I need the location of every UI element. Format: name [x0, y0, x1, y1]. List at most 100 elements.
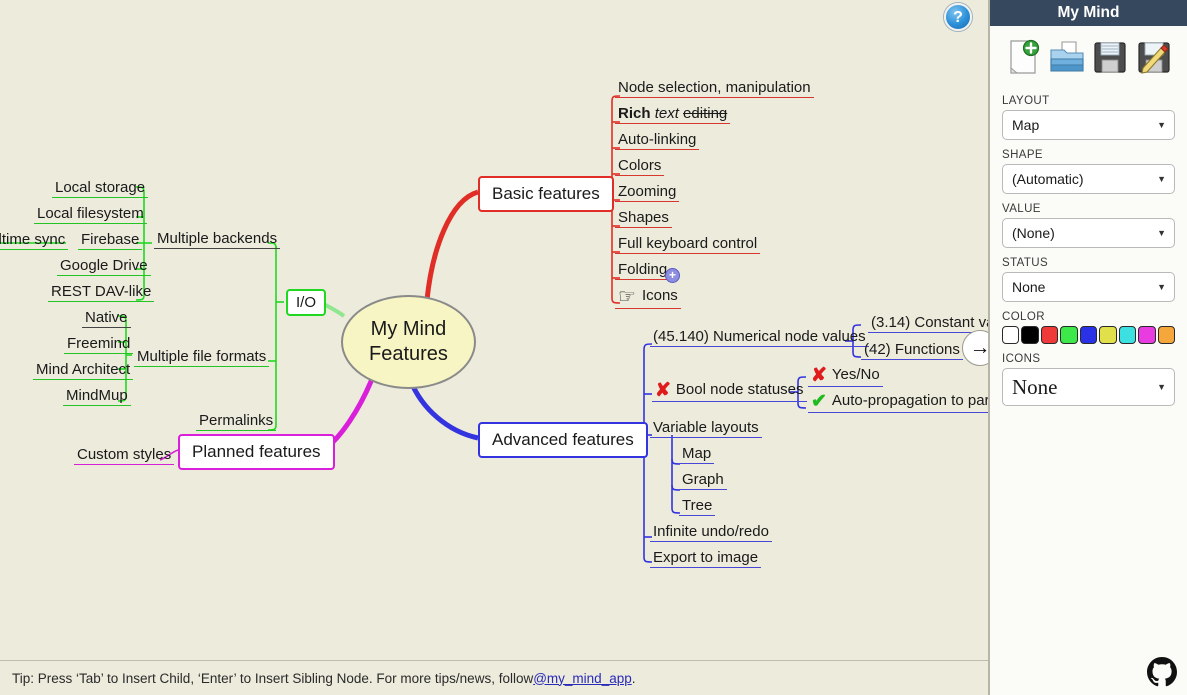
- node-permalinks[interactable]: Permalinks: [196, 411, 277, 432]
- open-folder-icon: [1050, 41, 1084, 72]
- node-custom-styles[interactable]: Custom styles: [74, 445, 175, 466]
- chevron-down-icon: ▼: [1157, 120, 1166, 130]
- node-infinite-undo-redo[interactable]: Infinite undo/redo: [650, 522, 772, 543]
- node-io[interactable]: I/O: [286, 289, 327, 317]
- mindmap-layer: My Mind Features Basic features Advanced…: [0, 0, 988, 660]
- tip-text-after: .: [631, 670, 636, 686]
- node-functions[interactable]: (42) Functions: [861, 340, 963, 361]
- node-advanced-features[interactable]: Advanced features: [478, 422, 648, 458]
- color-swatch-6[interactable]: [1118, 326, 1137, 344]
- node-realtime-sync[interactable]: Realtime sync: [0, 230, 69, 251]
- my-mind-application: My Mind Features Basic features Advanced…: [0, 0, 1187, 695]
- sidebar-title: My Mind: [990, 0, 1187, 26]
- node-planned-features[interactable]: Planned features: [178, 434, 335, 470]
- sidebar-body: LAYOUT Map ▼ SHAPE (Automatic) ▼ VALUE (…: [990, 26, 1187, 406]
- layout-select[interactable]: Map ▼: [1002, 110, 1175, 140]
- node-google-drive[interactable]: Google Drive: [57, 256, 151, 277]
- value-select-value: (None): [1012, 225, 1055, 241]
- root-node-line2: Features: [369, 343, 448, 365]
- node-rest-dav-like[interactable]: REST DAV-like: [48, 282, 155, 303]
- status-label: STATUS: [1002, 257, 1049, 269]
- status-no-icon: ✘: [811, 365, 827, 386]
- node-format-freemind[interactable]: Freemind: [64, 334, 134, 355]
- color-swatch-2[interactable]: [1040, 326, 1059, 344]
- node-format-native[interactable]: Native: [82, 308, 131, 329]
- layout-label: LAYOUT: [1002, 95, 1050, 107]
- chevron-down-icon: ▼: [1157, 382, 1166, 392]
- rich-italic-word: text: [654, 105, 679, 122]
- value-label: VALUE: [1002, 203, 1041, 215]
- status-no-icon: ✘: [655, 380, 671, 401]
- shape-select-value: (Automatic): [1012, 171, 1084, 187]
- shape-label: SHAPE: [1002, 149, 1043, 161]
- node-colors[interactable]: Colors: [615, 156, 665, 177]
- node-multiple-backends[interactable]: Multiple backends: [154, 229, 281, 250]
- save-as-button[interactable]: [1135, 38, 1173, 76]
- color-swatch-3[interactable]: [1060, 326, 1078, 344]
- node-auto-propagation[interactable]: ✔Auto-propagation to parent: [808, 391, 988, 413]
- node-bool-node-statuses[interactable]: ✘ Bool node statuses: [652, 380, 807, 402]
- folding-collapsed-indicator-icon[interactable]: +: [665, 268, 680, 283]
- node-full-keyboard-control[interactable]: Full keyboard control: [615, 234, 761, 255]
- node-zooming[interactable]: Zooming: [615, 182, 680, 203]
- node-yes-no[interactable]: ✘ Yes/No: [808, 365, 883, 387]
- node-constant-value[interactable]: (3.14) Constant value: [868, 313, 988, 334]
- color-swatch-7[interactable]: [1138, 326, 1156, 344]
- root-node[interactable]: My Mind Features: [341, 295, 476, 389]
- color-swatch-8[interactable]: [1157, 326, 1175, 344]
- node-auto-linking[interactable]: Auto-linking: [615, 130, 700, 151]
- twitter-handle-link[interactable]: @my_mind_app: [533, 671, 632, 686]
- functions-value-prefix: (42): [864, 341, 891, 358]
- node-rich-text-editing[interactable]: Rich text editing: [615, 104, 731, 125]
- save-button[interactable]: [1091, 38, 1129, 76]
- node-local-storage[interactable]: Local storage: [52, 178, 149, 199]
- status-yes-icon: ✔: [811, 391, 827, 412]
- color-label: COLOR: [1002, 311, 1045, 323]
- node-shapes[interactable]: Shapes: [615, 208, 672, 229]
- node-format-mind-architect[interactable]: Mind Architect: [33, 360, 134, 381]
- floppy-disk-pencil-icon: [1138, 42, 1170, 74]
- status-select-value: None: [1012, 279, 1046, 295]
- chevron-down-icon: ▼: [1157, 174, 1166, 184]
- root-node-line1: My Mind: [370, 318, 447, 340]
- github-icon[interactable]: [1147, 657, 1177, 687]
- node-layout-map[interactable]: Map: [679, 444, 715, 465]
- node-numerical-node-values[interactable]: (45.140) Numerical node values: [650, 327, 869, 348]
- color-swatch-4[interactable]: [1079, 326, 1098, 344]
- color-swatch-0[interactable]: [1002, 326, 1020, 344]
- node-basic-features[interactable]: Basic features: [478, 176, 614, 212]
- open-document-button[interactable]: [1048, 38, 1086, 76]
- constant-value-prefix: (3.14): [871, 314, 911, 331]
- numerical-value-prefix: (45.140): [653, 328, 709, 345]
- icons-select[interactable]: None ▼: [1002, 368, 1175, 406]
- node-folding[interactable]: Folding: [615, 260, 671, 281]
- icons-select-value: None: [1012, 374, 1058, 399]
- rich-bold-word: Rich: [618, 105, 651, 122]
- layout-select-value: Map: [1012, 117, 1040, 133]
- node-icons[interactable]: ☞ Icons: [615, 286, 681, 309]
- node-layout-graph[interactable]: Graph: [679, 470, 727, 491]
- node-layout-tree[interactable]: Tree: [679, 496, 716, 517]
- node-local-filesystem[interactable]: Local filesystem: [34, 204, 147, 225]
- node-format-mindmup[interactable]: MindMup: [63, 386, 131, 407]
- node-variable-layouts[interactable]: Variable layouts: [650, 418, 762, 439]
- node-node-selection[interactable]: Node selection, manipulation: [615, 78, 814, 99]
- status-select[interactable]: None ▼: [1002, 272, 1175, 302]
- node-multiple-file-formats[interactable]: Multiple file formats: [134, 347, 270, 368]
- mindmap-canvas[interactable]: My Mind Features Basic features Advanced…: [0, 0, 988, 695]
- color-swatch-1[interactable]: [1021, 326, 1039, 344]
- value-select[interactable]: (None) ▼: [1002, 218, 1175, 248]
- chevron-down-icon: ▼: [1157, 228, 1166, 238]
- floppy-disk-icon: [1094, 42, 1126, 73]
- help-button[interactable]: ?: [944, 3, 972, 31]
- color-swatch-list: [1002, 326, 1175, 344]
- new-document-button[interactable]: [1004, 38, 1042, 76]
- new-document-icon: [1010, 39, 1040, 74]
- color-swatch-5[interactable]: [1099, 326, 1117, 344]
- shape-select[interactable]: (Automatic) ▼: [1002, 164, 1175, 194]
- chevron-down-icon: ▼: [1157, 282, 1166, 292]
- node-firebase[interactable]: Firebase: [78, 230, 143, 251]
- pointing-hand-icon: ☞: [618, 286, 636, 308]
- sidebar-panel: My Mind LAYOUT Map ▼ SHAPE (Automatic) ▼…: [988, 0, 1187, 695]
- node-export-to-image[interactable]: Export to image: [650, 548, 762, 569]
